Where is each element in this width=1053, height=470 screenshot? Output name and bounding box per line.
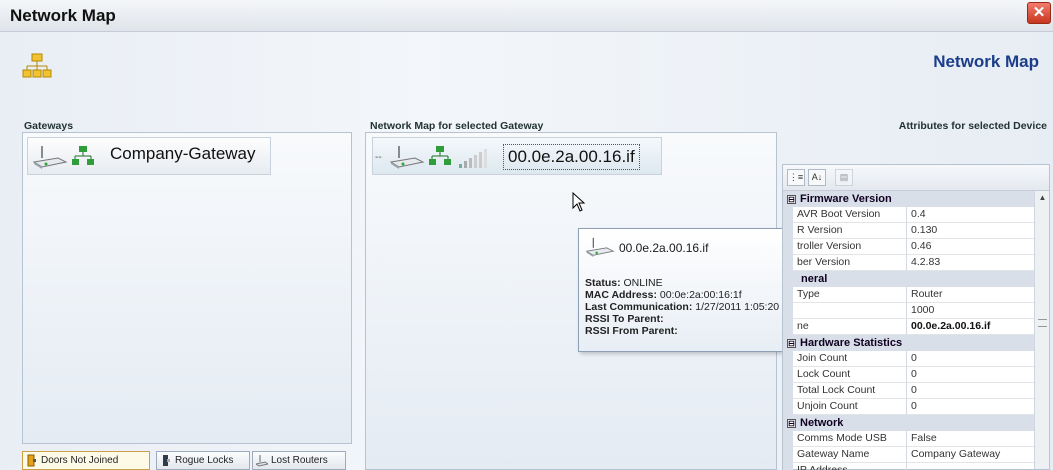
tooltip-title: 00.0e.2a.00.16.if (619, 241, 709, 255)
property-row[interactable]: Unjoin Count 0 (783, 399, 1035, 415)
collapse-icon[interactable]: ⊟ (787, 419, 796, 428)
header-title: Network Map (933, 52, 1039, 71)
tree-connector: -- (375, 152, 382, 163)
mouse-cursor-icon (572, 192, 586, 212)
property-row[interactable]: Lock Count 0 (783, 367, 1035, 383)
collapse-icon[interactable]: ⊟ (787, 195, 796, 204)
property-row[interactable]: Join Count 0 (783, 351, 1035, 367)
map-node-label: 00.0e.2a.00.16.if (503, 144, 640, 170)
alphabetical-sort-button[interactable]: A↓ (808, 169, 826, 186)
signal-strength-icon (459, 149, 487, 168)
category-firmware-version[interactable]: ⊟ Firmware Version (783, 191, 1035, 207)
map-label: Network Map for selected Gateway (370, 120, 544, 132)
property-row[interactable]: troller Version 0.46 (783, 239, 1035, 255)
attributes-label: Attributes for selected Device (898, 120, 1047, 132)
property-row[interactable]: R Version 0.130 (783, 223, 1035, 239)
tooltip-rssi-to-parent: RSSI To Parent: (585, 313, 664, 325)
property-pages-button[interactable]: ▤ (835, 169, 853, 186)
window-title: Network Map (10, 6, 116, 25)
categorized-icon: ⋮≡ (788, 172, 804, 182)
tooltip-mac: MAC Address: 00:0e:2a:00:16:1f (585, 289, 742, 301)
categorized-view-button[interactable]: ⋮≡ (787, 169, 805, 186)
property-row[interactable]: Total Lock Count 0 (783, 383, 1035, 399)
router-icon (256, 455, 268, 467)
network-tree-icon (429, 146, 451, 165)
close-button[interactable]: ✕ (1027, 2, 1051, 24)
sort-alpha-icon: A↓ (811, 172, 823, 182)
property-row[interactable]: AVR Boot Version 0.4 (783, 207, 1035, 223)
gateway-label: Company-Gateway (110, 144, 256, 163)
property-row[interactable]: ne 00.0e.2a.00.16.if (783, 319, 1035, 335)
map-node[interactable]: -- 00.0e.2a.00.16.if (372, 137, 662, 175)
property-row[interactable]: 1000 (783, 303, 1035, 319)
property-grid: ⊟ Firmware Version AVR Boot Version 0.4 R … (783, 191, 1035, 470)
category-network[interactable]: ⊟ Network (783, 415, 1035, 431)
category-hardware-statistics[interactable]: ⊟ Hardware Statistics (783, 335, 1035, 351)
router-icon (32, 146, 68, 169)
tab-doors-not-joined[interactable]: Doors Not Joined (22, 451, 150, 470)
attributes-grid[interactable]: ⋮≡ A↓ ▤ ⊟ Firmware Version AVR Boot Versi… (782, 164, 1050, 470)
property-pages-icon: ▤ (839, 172, 849, 182)
tooltip-status: Status: ONLINE (585, 277, 663, 289)
router-icon (585, 237, 615, 257)
window-titlebar: Network Map ✕ (0, 0, 1053, 32)
property-row[interactable]: ber Version 4.2.83 (783, 255, 1035, 271)
network-tree-icon (72, 146, 94, 165)
property-row[interactable]: Comms Mode USB False (783, 431, 1035, 447)
property-row[interactable]: IP Address (783, 463, 1035, 470)
router-icon (389, 146, 425, 169)
property-row[interactable]: Type Router (783, 287, 1035, 303)
tooltip-last-communication: Last Communication: 1/27/2011 1:05:20 PM (585, 301, 798, 313)
main-area: Network Map Gateways Network Map for sel… (0, 32, 1053, 470)
door-lock-icon (27, 454, 36, 467)
gateway-item[interactable]: Company-Gateway (27, 137, 271, 175)
tab-lost-routers[interactable]: Lost Routers (252, 451, 346, 470)
close-icon: ✕ (1032, 4, 1046, 21)
collapse-icon[interactable]: ⊟ (787, 339, 796, 348)
tab-rogue-locks[interactable]: Rogue Locks (156, 451, 250, 470)
network-tree-icon (22, 53, 52, 78)
scroll-up-icon[interactable]: ▲ (1037, 193, 1048, 204)
category-general[interactable]: neral (783, 271, 1035, 287)
property-row[interactable]: Gateway Name Company Gateway (783, 447, 1035, 463)
lock-icon (163, 455, 170, 466)
gateways-label: Gateways (24, 120, 74, 132)
gateways-list[interactable]: Company-Gateway (22, 132, 352, 444)
scroll-grip[interactable] (1038, 319, 1047, 327)
attributes-scrollbar[interactable]: ▲ (1034, 191, 1049, 469)
tooltip-rssi-from-parent: RSSI From Parent: (585, 325, 678, 337)
device-tooltip: 00.0e.2a.00.16.if Status: ONLINE MAC Add… (578, 228, 816, 352)
attributes-toolbar: ⋮≡ A↓ ▤ (783, 165, 1049, 191)
